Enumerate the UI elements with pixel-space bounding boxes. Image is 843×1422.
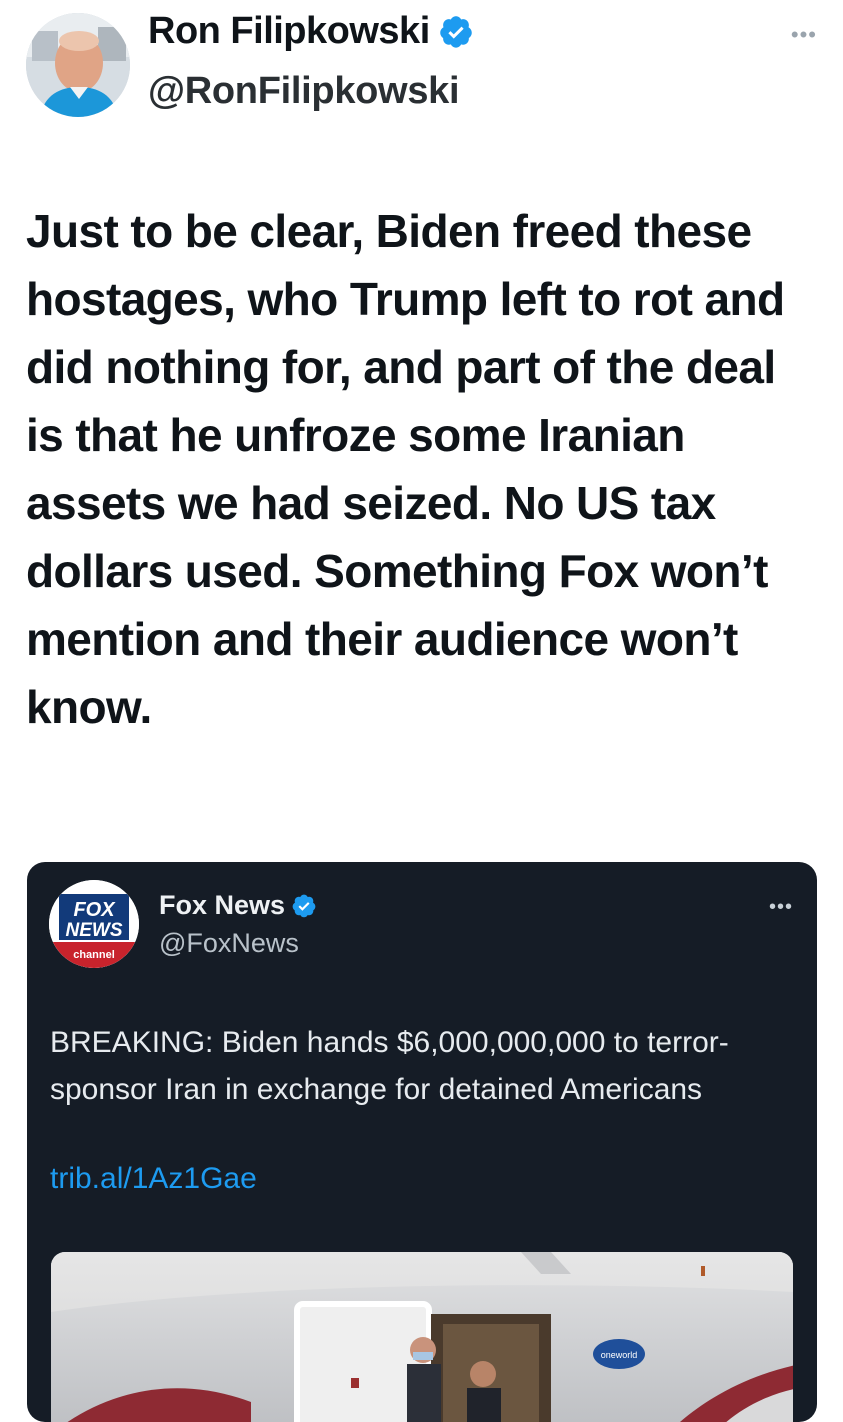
fox-logo-line2: NEWS <box>66 920 123 941</box>
verified-badge-icon <box>440 15 472 48</box>
author-handle[interactable]: @RonFilipkowski <box>148 70 460 113</box>
tweet-text: Just to be clear, Biden freed these host… <box>26 205 785 733</box>
airline-badge-text: oneworld <box>601 1350 638 1360</box>
quoted-author-name[interactable]: Fox News <box>159 890 317 921</box>
author-avatar[interactable] <box>26 13 130 117</box>
fox-logo-line3: channel <box>73 949 115 961</box>
quoted-author-name-text: Fox News <box>159 890 286 920</box>
more-options-icon[interactable]: ••• <box>791 22 817 48</box>
quoted-author-handle[interactable]: @FoxNews <box>159 928 299 959</box>
tweet: Ron Filipkowski @RonFilipkowski ••• Just… <box>0 0 843 1422</box>
quoted-tweet-link[interactable]: trib.al/1Az1Gae <box>50 1162 257 1196</box>
quoted-tweet-text: BREAKING: Biden hands $6,000,000,000 to … <box>50 1026 729 1106</box>
quoted-tweet-card[interactable]: FOX NEWS channel Fox News @FoxNews ••• B… <box>27 862 817 1422</box>
fox-news-avatar[interactable]: FOX NEWS channel <box>49 880 139 968</box>
author-name-text: Ron Filipkowski <box>148 10 430 52</box>
fox-logo-line1: FOX <box>73 899 116 921</box>
quoted-more-options-icon[interactable]: ••• <box>769 896 793 919</box>
author-name[interactable]: Ron Filipkowski <box>148 10 474 53</box>
quoted-tweet-media-image[interactable]: oneworld <box>51 1252 793 1422</box>
verified-badge-icon <box>292 894 316 917</box>
